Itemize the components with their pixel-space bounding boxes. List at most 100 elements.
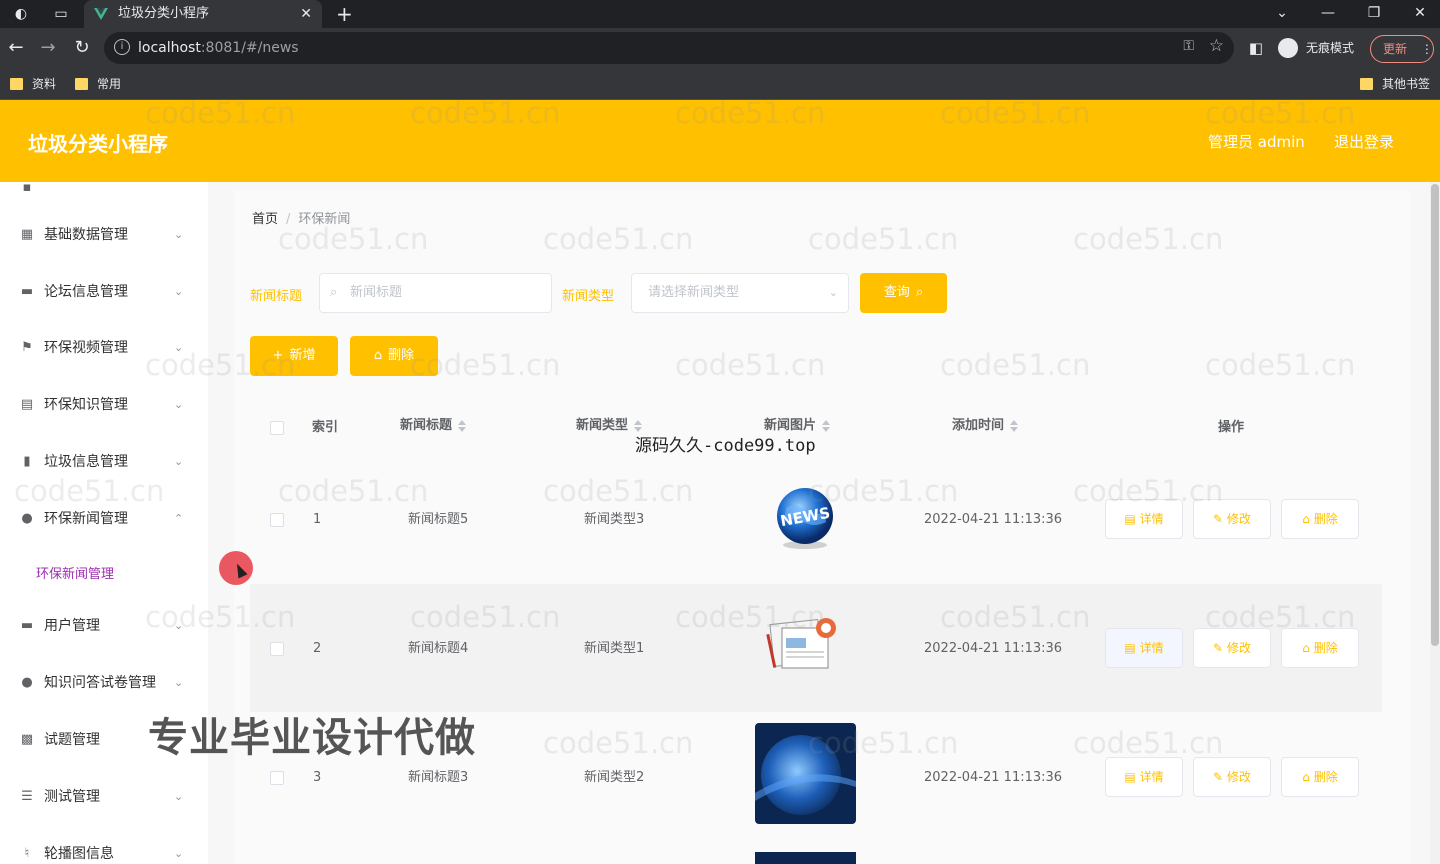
- col-actions: 操作: [1218, 420, 1245, 435]
- row-time: 2022-04-21 11:13:36: [924, 512, 1063, 527]
- url-text[interactable]: localhost:8081/#/news: [138, 32, 299, 64]
- scrollbar-thumb[interactable]: [1431, 184, 1439, 646]
- browser-menu-icon[interactable]: ◐: [12, 5, 30, 23]
- back-icon[interactable]: ←: [6, 38, 26, 58]
- news-papers-image: [766, 618, 836, 669]
- breadcrumb-home[interactable]: 首页: [252, 212, 278, 227]
- chevron-down-icon: ⌄: [174, 341, 184, 354]
- edit-button[interactable]: ✎ 修改: [1193, 628, 1271, 668]
- chevron-down-icon: ⌄: [174, 285, 184, 298]
- search-icon: ⌕: [330, 285, 338, 300]
- sidebar-item-quiz-papers[interactable]: ● 知识问答试卷管理 ⌄: [0, 663, 208, 703]
- page-scrollbar[interactable]: [1430, 182, 1440, 864]
- restore-icon[interactable]: ❐: [1354, 0, 1394, 26]
- sort-icon[interactable]: [458, 419, 467, 432]
- add-button[interactable]: + 新增: [250, 336, 338, 376]
- film-icon: ▩: [20, 732, 34, 747]
- edit-icon: ✎: [1213, 641, 1227, 655]
- row-checkbox[interactable]: [270, 642, 284, 656]
- row-checkbox[interactable]: [270, 771, 284, 785]
- title-search-input[interactable]: ⌕ 新闻标题: [319, 273, 552, 313]
- title-filter-label: 新闻标题: [250, 289, 303, 304]
- chevron-down-icon: ⌄: [174, 676, 184, 689]
- edit-icon: ✎: [1213, 512, 1227, 526]
- row-checkbox[interactable]: [270, 513, 284, 527]
- row-index: 1: [313, 512, 322, 527]
- chevron-up-icon: ⌃: [174, 512, 184, 525]
- detail-button[interactable]: ▤ 详情: [1105, 628, 1183, 668]
- app-title: 垃圾分类小程序: [28, 132, 168, 156]
- sidebar-item-video[interactable]: ⚑ 环保视频管理 ⌄: [0, 328, 208, 368]
- source-overlay-text: 源码久久-code99.top: [635, 436, 816, 456]
- monitor-icon: ▬: [20, 284, 34, 299]
- folder-icon: [10, 78, 23, 90]
- chevron-down-icon: ⌄: [174, 790, 184, 803]
- trash-icon: ⌂: [1302, 641, 1314, 655]
- detail-icon: ▤: [1124, 770, 1140, 784]
- incognito-label: 无痕模式: [1306, 41, 1355, 55]
- detail-button[interactable]: ▤ 详情: [1105, 499, 1183, 539]
- select-all-checkbox[interactable]: [270, 421, 284, 435]
- list-icon: ☰: [21, 789, 33, 804]
- other-bookmarks[interactable]: 其他书签: [1360, 75, 1430, 93]
- tab-title: 垃圾分类小程序: [118, 6, 210, 21]
- admin-label: 管理员 admin: [1208, 133, 1305, 151]
- edit-button[interactable]: ✎ 修改: [1193, 499, 1271, 539]
- minimize-icon[interactable]: —: [1308, 0, 1348, 26]
- chevron-down-icon: ⌄: [174, 228, 184, 241]
- delete-button[interactable]: ⌂ 删除: [1281, 499, 1359, 539]
- sidebar-item-knowledge[interactable]: ▤ 环保知识管理 ⌄: [0, 385, 208, 425]
- bookmark-star-icon[interactable]: ☆: [1209, 36, 1224, 56]
- type-select[interactable]: 请选择新闻类型 ⌄: [631, 273, 849, 313]
- update-label: 更新: [1383, 42, 1408, 56]
- password-key-icon[interactable]: ⚿: [1183, 38, 1194, 54]
- breadcrumb-separator: /: [286, 212, 291, 227]
- sidebar-subitem-news[interactable]: 环保新闻管理: [36, 563, 114, 582]
- col-title[interactable]: 新闻标题: [400, 417, 467, 435]
- browser-tab[interactable]: 垃圾分类小程序 ✕: [84, 0, 322, 28]
- bookmark-folder[interactable]: 资料: [10, 75, 56, 93]
- logout-link[interactable]: 退出登录: [1334, 131, 1394, 152]
- sidebar-item-tests[interactable]: ☰ 测试管理 ⌄: [0, 777, 208, 817]
- sidebar-item-news[interactable]: ● 环保新闻管理 ⌃: [0, 499, 208, 539]
- sort-icon[interactable]: [634, 419, 643, 432]
- col-type[interactable]: 新闻类型: [576, 417, 643, 435]
- sort-icon[interactable]: [1010, 419, 1019, 432]
- bookmark-folder[interactable]: 常用: [75, 75, 121, 93]
- close-tab-icon[interactable]: ✕: [300, 0, 312, 28]
- forward-icon[interactable]: →: [38, 38, 58, 58]
- incognito-icon: [1278, 38, 1298, 58]
- sidebar-item-users[interactable]: ▬ 用户管理 ⌄: [0, 606, 208, 646]
- reload-icon[interactable]: ↻: [72, 38, 92, 58]
- update-button[interactable]: 更新 ⋮: [1370, 35, 1434, 63]
- type-filter-label: 新闻类型: [562, 289, 615, 304]
- new-tab-button[interactable]: +: [336, 0, 353, 28]
- folder-icon: [1360, 78, 1373, 90]
- ad-overlay-text: 专业毕业设计代做: [148, 715, 476, 761]
- row-time: 2022-04-21 11:13:36: [924, 770, 1063, 785]
- close-window-icon[interactable]: ✕: [1400, 0, 1440, 26]
- sidebar-item-garbage[interactable]: ▮ 垃圾信息管理 ⌄: [0, 442, 208, 482]
- sidebar-item-partial[interactable]: ▪: [0, 182, 208, 208]
- more-menu-icon[interactable]: ⋮: [1421, 42, 1433, 56]
- sidebar-item-basic-data[interactable]: ▦ 基础数据管理 ⌄: [0, 215, 208, 255]
- query-button[interactable]: 查询 ⌕: [860, 273, 947, 313]
- batch-delete-button[interactable]: ⌂ 删除: [350, 336, 438, 376]
- tab-list-icon[interactable]: ⌄: [1262, 0, 1302, 26]
- edit-button[interactable]: ✎ 修改: [1193, 757, 1271, 797]
- url-bar[interactable]: i localhost:8081/#/news ⚿ ☆: [104, 32, 1234, 64]
- incognito-indicator[interactable]: 无痕模式: [1278, 36, 1354, 60]
- trash-icon: ⌂: [373, 348, 383, 363]
- col-time[interactable]: 添加时间: [952, 417, 1019, 435]
- tab-search-icon[interactable]: ▭: [52, 5, 70, 23]
- sort-icon[interactable]: [822, 419, 831, 432]
- site-info-icon[interactable]: i: [114, 39, 130, 55]
- delete-button[interactable]: ⌂ 删除: [1281, 628, 1359, 668]
- sidebar-item-carousel[interactable]: ♮ 轮播图信息 ⌄: [0, 834, 208, 864]
- sidebar-item-forum[interactable]: ▬ 论坛信息管理 ⌄: [0, 272, 208, 312]
- delete-button[interactable]: ⌂ 删除: [1281, 757, 1359, 797]
- detail-button[interactable]: ▤ 详情: [1105, 757, 1183, 797]
- sidebar-toggle-icon[interactable]: ◧: [1246, 38, 1266, 58]
- user-icon: ●: [21, 675, 33, 690]
- detail-icon: ▤: [1124, 512, 1140, 526]
